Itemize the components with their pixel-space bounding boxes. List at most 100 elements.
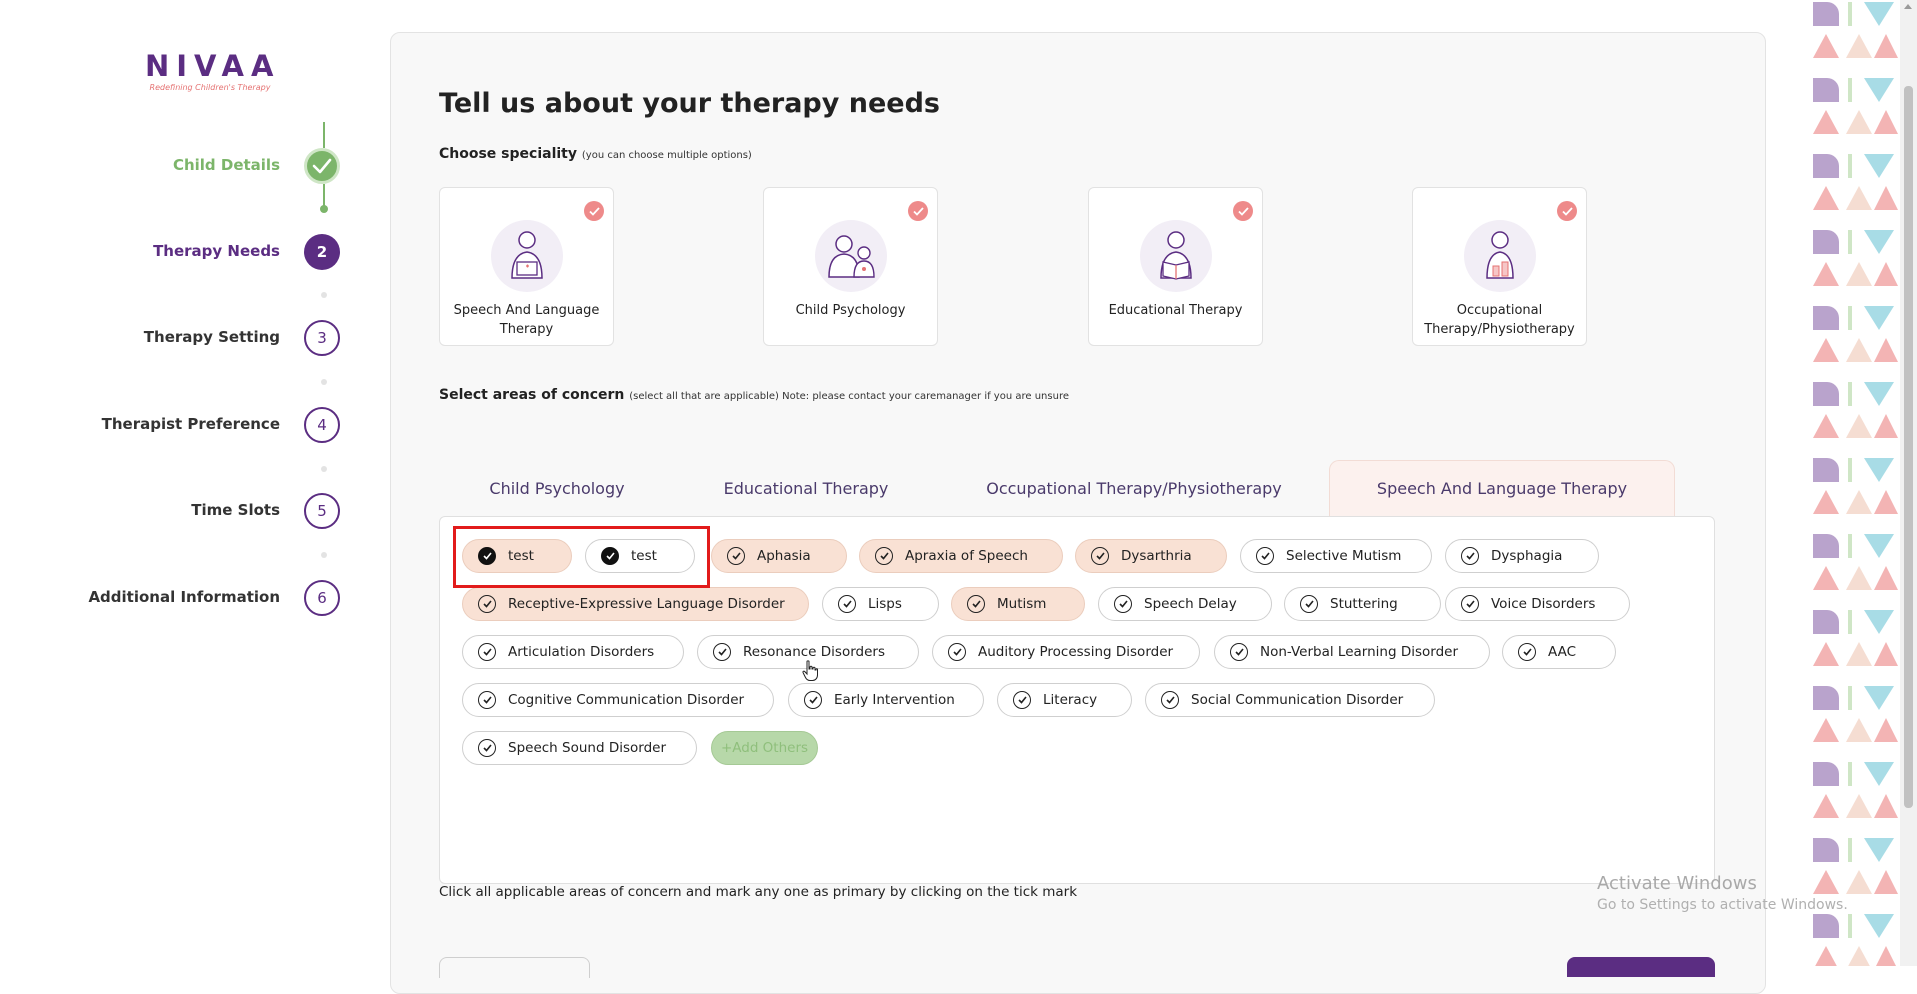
tab-educational-therapy[interactable]: Educational Therapy <box>706 460 906 516</box>
concern-chip-label: Dysphagia <box>1491 548 1563 564</box>
concern-chip[interactable]: Social Communication Disorder <box>1145 683 1435 717</box>
check-icon[interactable] <box>908 201 928 221</box>
primary-tick-icon[interactable] <box>948 643 966 661</box>
windows-activation-subtitle: Go to Settings to activate Windows. <box>1597 897 1848 913</box>
primary-tick-icon[interactable] <box>1230 643 1248 661</box>
hand-cursor-icon <box>802 660 818 686</box>
page-title: Tell us about your therapy needs <box>439 88 941 119</box>
page-scrollbar[interactable] <box>1900 0 1917 966</box>
concern-chip[interactable]: Stuttering <box>1284 587 1441 621</box>
primary-tick-icon[interactable] <box>1091 547 1109 565</box>
logo-tagline: Redefining Children's Therapy <box>149 83 271 92</box>
concern-chip[interactable]: Selective Mutism <box>1240 539 1432 573</box>
concern-chip[interactable]: Articulation Disorders <box>462 635 684 669</box>
back-button[interactable] <box>439 957 590 978</box>
concern-chip[interactable]: Mutism <box>951 587 1085 621</box>
add-others-button[interactable]: +Add Others <box>711 731 818 765</box>
speciality-label: Child Psychology <box>795 303 906 318</box>
speciality-card-occupational[interactable]: Occupational Therapy/Physiotherapy <box>1412 187 1587 346</box>
primary-tick-icon[interactable] <box>1518 643 1536 661</box>
concern-chip[interactable]: Apraxia of Speech <box>859 539 1063 573</box>
step-1-complete[interactable] <box>304 148 340 184</box>
step-label-child-details[interactable]: Child Details <box>173 156 280 174</box>
step-3[interactable]: 3 <box>304 320 340 356</box>
concern-chip-label: Auditory Processing Disorder <box>978 644 1174 660</box>
speciality-heading-text: Choose speciality <box>439 146 577 162</box>
concern-chip[interactable]: Dysarthria <box>1075 539 1227 573</box>
step-label-therapy-setting[interactable]: Therapy Setting <box>144 328 280 346</box>
check-icon[interactable] <box>1557 201 1577 221</box>
step-4[interactable]: 4 <box>304 407 340 443</box>
primary-tick-icon[interactable] <box>1461 547 1479 565</box>
step-label-therapist-preference[interactable]: Therapist Preference <box>102 415 280 433</box>
step-label-time-slots[interactable]: Time Slots <box>191 501 280 519</box>
primary-tick-icon[interactable] <box>875 547 893 565</box>
primary-tick-icon[interactable] <box>1300 595 1318 613</box>
primary-tick-icon[interactable] <box>478 643 496 661</box>
speech-therapy-icon <box>490 220 563 292</box>
instruction-note: Click all applicable areas of concern an… <box>439 884 1078 900</box>
concern-chip-label: Early Intervention <box>834 692 955 708</box>
tab-speech-and-language-therapy[interactable]: Speech And Language Therapy <box>1329 460 1675 516</box>
stepper-dot <box>321 552 327 558</box>
concern-chip[interactable]: Aphasia <box>711 539 847 573</box>
scrollbar-thumb[interactable] <box>1904 86 1913 808</box>
primary-tick-icon[interactable] <box>1256 547 1274 565</box>
step-2-active[interactable]: 2 <box>304 234 340 270</box>
speciality-card-educational[interactable]: Educational Therapy <box>1088 187 1263 346</box>
concern-chip[interactable]: Cognitive Communication Disorder <box>462 683 774 717</box>
concern-chip[interactable]: Auditory Processing Disorder <box>932 635 1200 669</box>
stepper-line <box>323 122 325 148</box>
speciality-label: Educational Therapy <box>1108 303 1243 318</box>
concern-chip-label: Dysarthria <box>1121 548 1192 564</box>
primary-tick-icon[interactable] <box>1161 691 1179 709</box>
concern-chip-label: Non-Verbal Learning Disorder <box>1260 644 1458 660</box>
primary-tick-icon[interactable] <box>478 739 496 757</box>
decorative-pattern <box>1812 0 1900 966</box>
primary-tick-icon[interactable] <box>1114 595 1132 613</box>
step-label-additional-information[interactable]: Additional Information <box>88 588 280 606</box>
concern-chip[interactable]: Non-Verbal Learning Disorder <box>1214 635 1490 669</box>
stepper-dot <box>321 466 327 472</box>
primary-tick-icon[interactable] <box>1013 691 1031 709</box>
primary-tick-icon[interactable] <box>804 691 822 709</box>
speciality-hint: (you can choose multiple options) <box>581 150 752 161</box>
step-label-therapy-needs[interactable]: Therapy Needs <box>153 242 280 260</box>
primary-tick-icon[interactable] <box>713 643 731 661</box>
primary-tick-icon[interactable] <box>967 595 985 613</box>
primary-tick-icon[interactable] <box>478 691 496 709</box>
stepper-dot <box>321 292 327 298</box>
primary-tick-icon[interactable] <box>478 595 496 613</box>
primary-tick-icon[interactable] <box>838 595 856 613</box>
concern-chip[interactable]: Receptive-Expressive Language Disorder <box>462 587 809 621</box>
concern-heading: Select areas of concern (select all that… <box>439 387 1069 403</box>
step-6[interactable]: 6 <box>304 580 340 616</box>
concern-chip-label: Speech Delay <box>1144 596 1237 612</box>
scroll-up-arrow-icon[interactable] <box>1904 4 1912 9</box>
concern-chip-label: Stuttering <box>1330 596 1398 612</box>
concern-chip[interactable]: Voice Disorders <box>1445 587 1630 621</box>
concern-chip[interactable]: Dysphagia <box>1445 539 1599 573</box>
windows-activation-title: Activate Windows <box>1597 873 1757 894</box>
primary-tick-icon[interactable] <box>1461 595 1479 613</box>
annotation-highlight-box <box>453 526 710 588</box>
check-icon[interactable] <box>584 201 604 221</box>
concern-chip[interactable]: AAC <box>1502 635 1616 669</box>
next-button[interactable] <box>1567 957 1715 977</box>
concern-chip[interactable]: Literacy <box>997 683 1132 717</box>
concern-chip[interactable]: Speech Delay <box>1098 587 1272 621</box>
concern-chip[interactable]: Early Intervention <box>788 683 984 717</box>
concern-chip[interactable]: Lisps <box>822 587 939 621</box>
speciality-card-child-psychology[interactable]: Child Psychology <box>763 187 938 346</box>
tab-occupational-therapy[interactable]: Occupational Therapy/Physiotherapy <box>975 460 1293 516</box>
tab-child-psychology[interactable]: Child Psychology <box>457 460 657 516</box>
check-icon[interactable] <box>1233 201 1253 221</box>
occupational-therapy-icon <box>1463 220 1536 292</box>
nivaa-logo: NIVAA Redefining Children's Therapy <box>145 50 275 92</box>
step-5[interactable]: 5 <box>304 493 340 529</box>
primary-tick-icon[interactable] <box>727 547 745 565</box>
stepper-dot <box>320 205 328 213</box>
concern-chip[interactable]: Speech Sound Disorder <box>462 731 697 765</box>
speciality-card-speech[interactable]: Speech And Language Therapy <box>439 187 614 346</box>
speciality-label: Occupational Therapy/Physiotherapy <box>1424 303 1575 337</box>
